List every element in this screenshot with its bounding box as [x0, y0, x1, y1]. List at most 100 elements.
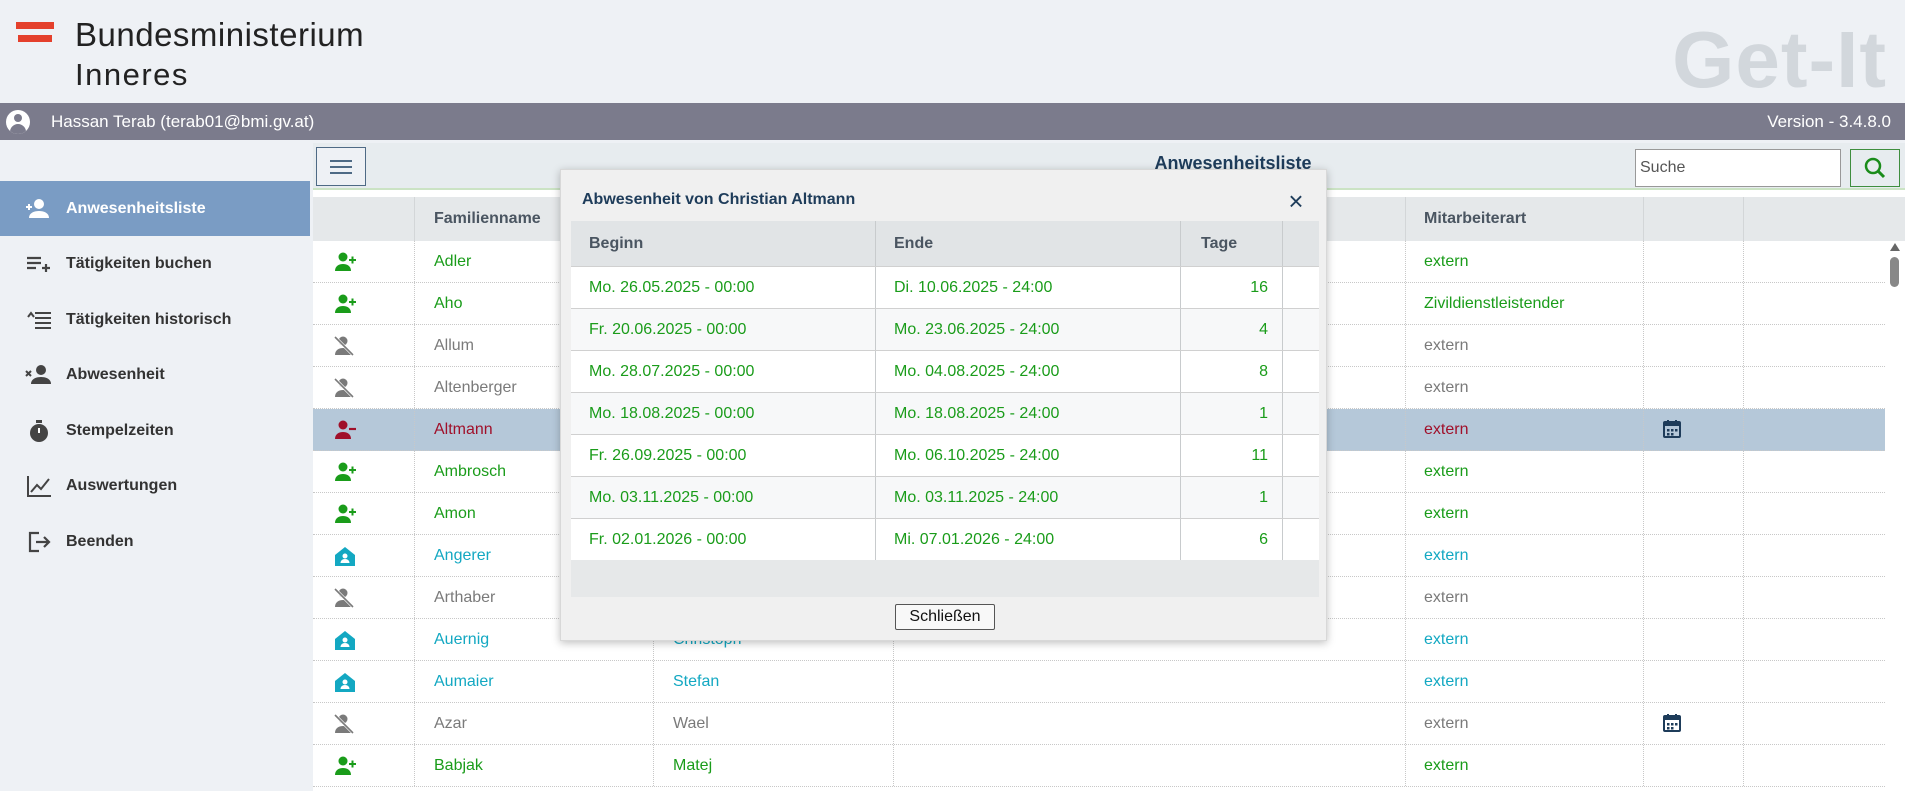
column-header-beginn[interactable]: Beginn — [589, 235, 643, 253]
cell-mitarbeiterart: extern — [1424, 421, 1469, 438]
column-header-familienname[interactable]: Familienname — [434, 210, 541, 228]
person-remove-icon — [24, 363, 54, 387]
cell-ende: Mo. 04.08.2025 - 24:00 — [894, 363, 1060, 380]
cell-tage: 11 — [1251, 447, 1268, 464]
person-add-icon[interactable] — [333, 251, 357, 273]
org-name-line1: Bundesministerium — [75, 16, 365, 53]
cell-beginn: Fr. 26.09.2025 - 00:00 — [589, 447, 747, 464]
cell-familienname: Ambrosch — [434, 463, 507, 480]
cell-vorname: Wael — [673, 715, 709, 732]
cell-beginn: Mo. 03.11.2025 - 00:00 — [589, 489, 754, 506]
column-header-tage[interactable]: Tage — [1201, 235, 1237, 253]
cell-ende: Mo. 06.10.2025 - 24:00 — [894, 447, 1060, 464]
absence-row[interactable]: Fr. 02.01.2026 - 00:00 Mi. 07.01.2026 - 2… — [571, 518, 1319, 560]
cell-ende: Mo. 18.08.2025 - 24:00 — [894, 405, 1060, 422]
calendar-icon[interactable] — [1662, 713, 1682, 733]
cell-familienname: Auernig — [434, 631, 490, 648]
person-add-icon[interactable] — [333, 293, 357, 315]
dialog-title: Abwesenheit von Christian Altmann — [582, 191, 856, 208]
cell-beginn: Mo. 18.08.2025 - 00:00 — [589, 405, 755, 422]
scrollbar[interactable] — [1887, 243, 1901, 791]
sidebar-item-label: Anwesenheitsliste — [66, 199, 206, 217]
person-add-icon[interactable] — [333, 461, 357, 483]
absence-row[interactable]: Mo. 18.08.2025 - 00:00 Mo. 18.08.2025 - 2… — [571, 392, 1319, 434]
cell-beginn: Fr. 20.06.2025 - 00:00 — [589, 321, 747, 338]
scroll-up-arrow-icon[interactable] — [1890, 243, 1900, 251]
home-office-icon[interactable] — [333, 629, 357, 651]
cell-familienname: Altenberger — [434, 379, 517, 396]
cell-tage: 1 — [1259, 405, 1268, 422]
cell-beginn: Mo. 28.07.2025 - 00:00 — [589, 363, 755, 380]
account-icon[interactable] — [6, 110, 30, 134]
cell-mitarbeiterart: extern — [1424, 253, 1469, 270]
table-row[interactable]: Azar Wael extern — [313, 703, 1885, 745]
person-off-icon[interactable] — [333, 377, 357, 399]
austria-flag-logo — [16, 22, 54, 42]
absence-row[interactable]: Mo. 03.11.2025 - 00:00 Mo. 03.11.2025 - 2… — [571, 476, 1319, 518]
sidebar-item-beenden[interactable]: Beenden — [0, 514, 310, 569]
person-off-icon[interactable] — [333, 587, 357, 609]
cell-familienname: Allum — [434, 337, 475, 354]
absence-row[interactable]: Mo. 26.05.2025 - 00:00 Di. 10.06.2025 - 2… — [571, 266, 1319, 308]
cell-vorname: Matej — [673, 757, 713, 774]
sidebar-item-taetigkeiten-buchen[interactable]: Tätigkeiten buchen — [0, 236, 310, 291]
person-off-icon[interactable] — [333, 335, 357, 357]
home-office-icon[interactable] — [333, 671, 357, 693]
absence-table: Beginn Ende Tage Mo. 26.05.2025 - 00:00 D… — [571, 221, 1319, 597]
cell-mitarbeiterart: extern — [1424, 673, 1469, 690]
cell-familienname: Azar — [434, 715, 467, 732]
cell-vorname: Stefan — [673, 673, 720, 690]
absence-row[interactable]: Fr. 26.09.2025 - 00:00 Mo. 06.10.2025 - 2… — [571, 434, 1319, 476]
person-add-icon[interactable] — [333, 755, 357, 777]
scroll-thumb[interactable] — [1890, 257, 1899, 287]
sidebar: Anwesenheitsliste Tätigkeiten buchen Tät… — [0, 140, 310, 791]
cell-tage: 6 — [1259, 531, 1268, 548]
playlist-add-icon — [24, 252, 54, 276]
sidebar-item-abwesenheit[interactable]: Abwesenheit — [0, 347, 310, 402]
search-button[interactable] — [1850, 149, 1900, 187]
search-icon — [1864, 157, 1886, 179]
cell-familienname: Babjak — [434, 757, 483, 774]
column-header-ende[interactable]: Ende — [894, 235, 933, 253]
absence-table-header: Beginn Ende Tage — [571, 221, 1319, 266]
close-icon[interactable]: × — [1284, 188, 1308, 214]
user-name: Hassan Terab (terab01@bmi.gv.at) — [51, 112, 315, 131]
absence-row[interactable]: Mo. 28.07.2025 - 00:00 Mo. 04.08.2025 - 2… — [571, 350, 1319, 392]
cell-tage: 4 — [1259, 321, 1268, 338]
cell-ende: Mi. 07.01.2026 - 24:00 — [894, 531, 1055, 548]
menu-button[interactable] — [316, 147, 366, 186]
cell-tage: 1 — [1259, 489, 1268, 506]
table-row[interactable]: Aumaier Stefan extern — [313, 661, 1885, 703]
person-off-icon[interactable] — [333, 713, 357, 735]
sidebar-item-taetigkeiten-historisch[interactable]: Tätigkeiten historisch — [0, 292, 310, 347]
person-add-icon[interactable] — [333, 503, 357, 525]
user-bar: Hassan Terab (terab01@bmi.gv.at) Version… — [0, 103, 1905, 140]
cell-familienname: Adler — [434, 253, 472, 270]
person-add-icon — [24, 197, 54, 221]
absence-dialog: Abwesenheit von Christian Altmann × Begi… — [560, 169, 1327, 641]
header: Bundesministerium Inneres Get-It — [0, 0, 1905, 104]
sidebar-item-stempelzeiten[interactable]: Stempelzeiten — [0, 403, 310, 458]
close-button[interactable]: Schließen — [895, 604, 995, 630]
cell-familienname: Aho — [434, 295, 463, 312]
person-remove-icon[interactable] — [333, 419, 357, 441]
cell-familienname: Angerer — [434, 547, 491, 564]
absence-row[interactable]: Fr. 20.06.2025 - 00:00 Mo. 23.06.2025 - 2… — [571, 308, 1319, 350]
table-row[interactable]: Babjak Matej extern — [313, 745, 1885, 787]
cell-tage: 8 — [1259, 363, 1268, 380]
cell-mitarbeiterart: extern — [1424, 589, 1469, 606]
list-history-icon — [24, 308, 54, 332]
hamburger-icon — [330, 156, 352, 178]
home-office-icon[interactable] — [333, 545, 357, 567]
calendar-icon[interactable] — [1662, 419, 1682, 439]
cell-mitarbeiterart: extern — [1424, 379, 1469, 396]
cell-familienname: Amon — [434, 505, 476, 522]
cell-mitarbeiterart: extern — [1424, 505, 1469, 522]
sidebar-item-label: Tätigkeiten historisch — [66, 310, 232, 328]
sidebar-item-auswertungen[interactable]: Auswertungen — [0, 458, 310, 513]
column-header-mitarbeiterart[interactable]: Mitarbeiterart — [1424, 210, 1526, 228]
search-input[interactable] — [1635, 149, 1841, 187]
app-version: Version - 3.4.8.0 — [1767, 112, 1891, 131]
sidebar-item-anwesenheitsliste[interactable]: Anwesenheitsliste — [0, 181, 310, 236]
cell-familienname: Arthaber — [434, 589, 496, 606]
